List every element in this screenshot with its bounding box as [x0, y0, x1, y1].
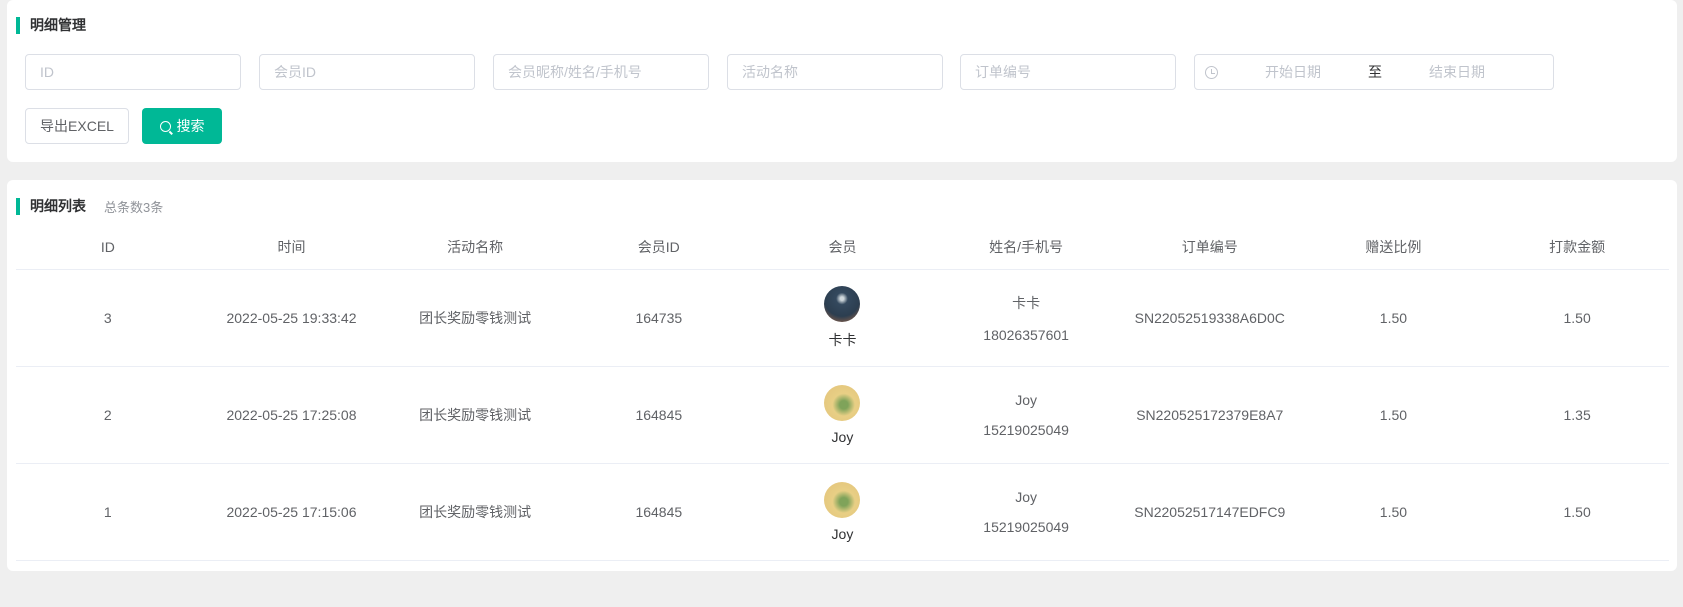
cell-amount: 1.50: [1485, 463, 1669, 561]
column-header: 赠送比例: [1301, 228, 1486, 270]
end-date-input[interactable]: 结束日期: [1382, 62, 1532, 82]
clock-icon: [1205, 65, 1218, 79]
filter-title: 明细管理: [16, 16, 86, 34]
cell-name-phone: Joy 15219025049: [934, 463, 1118, 561]
export-label: 导出EXCEL: [40, 118, 114, 134]
member-id-input[interactable]: [259, 54, 475, 90]
range-separator: 至: [1368, 64, 1382, 80]
cell-time: 2022-05-25 19:33:42: [199, 269, 384, 367]
search-label: 搜索: [176, 118, 205, 134]
filter-title-text: 明细管理: [30, 17, 86, 33]
cell-id: 3: [16, 269, 200, 367]
member-name: 卡卡: [1012, 294, 1041, 311]
search-button[interactable]: 搜索: [142, 108, 222, 144]
member-name: Joy: [1015, 488, 1037, 505]
member-nickname: 卡卡: [828, 331, 857, 348]
column-header: ID: [16, 228, 200, 270]
column-header: 会员: [750, 228, 935, 270]
cell-order-no: SN22052519338A6D0C: [1117, 269, 1302, 367]
member-phone: 15219025049: [983, 421, 1069, 438]
filter-panel: 明细管理 开始日期 至 结束日期 导出EXCEL 搜索: [7, 0, 1677, 162]
column-header: 会员ID: [566, 228, 751, 270]
id-input[interactable]: [25, 54, 241, 90]
cell-amount: 1.35: [1485, 366, 1669, 464]
column-header: 活动名称: [383, 228, 567, 270]
cell-time: 2022-05-25 17:15:06: [199, 463, 384, 561]
cell-activity: 团长奖励零钱测试: [383, 366, 567, 464]
search-icon: [159, 120, 171, 132]
member-info-input[interactable]: [493, 54, 709, 90]
cell-ratio: 1.50: [1301, 269, 1486, 367]
cell-ratio: 1.50: [1301, 366, 1486, 464]
column-header: 打款金额: [1485, 228, 1669, 270]
title-accent-bar: [16, 16, 20, 34]
column-header: 时间: [199, 228, 384, 270]
list-title: 明细列表 总条数3条: [16, 197, 163, 215]
cell-id: 1: [16, 463, 200, 561]
cell-member: Joy: [750, 463, 935, 561]
member-phone: 18026357601: [983, 326, 1069, 343]
avatar: [824, 285, 861, 322]
column-header: 姓名/手机号: [934, 228, 1118, 270]
title-accent-bar: [16, 197, 20, 215]
cell-order-no: SN220525172379E8A7: [1117, 366, 1302, 464]
avatar: [824, 384, 861, 421]
cell-id: 2: [16, 366, 200, 464]
member-name: Joy: [1015, 391, 1037, 408]
cell-member: 卡卡: [750, 269, 935, 367]
detail-table: ID 时间 活动名称 会员ID 会员 姓名/手机号 订单编号 赠送比例 打款金额 3 2022-0…: [16, 228, 1669, 561]
cell-name-phone: Joy 15219025049: [934, 366, 1118, 464]
cell-activity: 团长奖励零钱测试: [383, 269, 567, 367]
list-panel: 明细列表 总条数3条 ID 时间 活动名称 会员ID 会员 姓名/手机号 订单编号 赠送比例打…: [7, 180, 1677, 571]
cell-ratio: 1.50: [1301, 463, 1486, 561]
cell-name-phone: 卡卡 18026357601: [934, 269, 1118, 367]
table-row: 3 2022-05-25 19:33:42 团长奖励零钱测试 164735 卡卡 卡卡 18…: [16, 269, 1669, 367]
list-title-text: 明细列表: [30, 198, 86, 214]
activity-name-input[interactable]: [727, 54, 943, 90]
cell-time: 2022-05-25 17:25:08: [199, 366, 384, 464]
cell-amount: 1.50: [1485, 269, 1669, 367]
member-nickname: Joy: [831, 428, 854, 445]
cell-member-id: 164845: [566, 366, 751, 464]
start-date-input[interactable]: 开始日期: [1218, 62, 1368, 82]
avatar: [824, 481, 861, 518]
total-count: 总条数3条: [104, 199, 164, 215]
cell-member: Joy: [750, 366, 935, 464]
cell-activity: 团长奖励零钱测试: [383, 463, 567, 561]
cell-member-id: 164845: [566, 463, 751, 561]
table-row: 1 2022-05-25 17:15:06 团长奖励零钱测试 164845 Joy Joy…: [16, 463, 1669, 561]
table-row: 2 2022-05-25 17:25:08 团长奖励零钱测试 164845 Joy Joy…: [16, 366, 1669, 464]
member-phone: 15219025049: [983, 518, 1069, 535]
order-no-input[interactable]: [960, 54, 1176, 90]
date-range-picker[interactable]: 开始日期 至 结束日期: [1194, 54, 1554, 90]
member-nickname: Joy: [831, 525, 854, 542]
column-header: 订单编号: [1117, 228, 1302, 270]
cell-order-no: SN22052517147EDFC9: [1117, 463, 1302, 561]
cell-member-id: 164735: [566, 269, 751, 367]
export-excel-button[interactable]: 导出EXCEL: [25, 108, 129, 144]
